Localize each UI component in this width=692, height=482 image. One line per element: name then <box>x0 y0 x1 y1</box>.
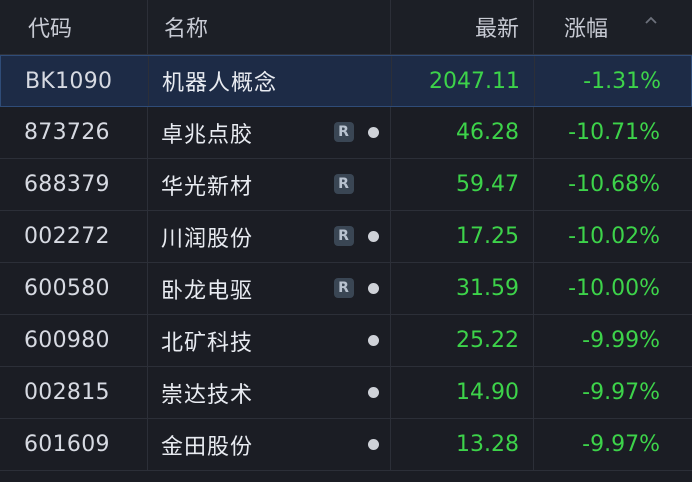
stock-code: 688379 <box>0 159 148 210</box>
latest-price: 59.47 <box>391 159 534 210</box>
stock-code: 601609 <box>0 419 148 470</box>
latest-price: 17.25 <box>391 211 534 262</box>
chevron-up-icon[interactable] <box>644 13 658 27</box>
r-badge-icon: R <box>334 174 354 194</box>
stock-name: 卓兆点胶 <box>161 122 254 148</box>
stock-name-cell: 北矿科技 <box>148 315 391 366</box>
stock-code: 600980 <box>0 315 148 366</box>
change-percent: -9.99% <box>582 328 660 353</box>
change-percent: -10.68% <box>568 172 660 197</box>
change-percent: -1.31% <box>583 68 661 94</box>
stock-code: 002272 <box>0 211 148 262</box>
table-header: 代码 名称 最新 涨幅 <box>0 0 692 55</box>
latest-price: 13.28 <box>391 419 534 470</box>
status-dot-icon <box>368 439 379 450</box>
stock-code: BK1090 <box>1 56 149 106</box>
header-price[interactable]: 最新 <box>391 0 534 54</box>
table-row[interactable]: 002815 崇达技术 14.90 -9.97% <box>0 367 692 419</box>
table-row[interactable]: 688379 华光新材 R 59.47 -10.68% <box>0 159 692 211</box>
change-percent: -10.71% <box>568 120 660 145</box>
latest-price: 25.22 <box>391 315 534 366</box>
r-badge-icon: R <box>334 226 354 246</box>
stock-name-cell: 金田股份 <box>148 419 391 470</box>
change-percent: -9.97% <box>582 380 660 405</box>
latest-price: 2047.11 <box>392 56 535 106</box>
latest-price: 46.28 <box>391 107 534 158</box>
stock-name: 华光新材 <box>161 174 254 200</box>
header-change-label: 涨幅 <box>564 17 609 42</box>
table-row[interactable]: 601609 金田股份 13.28 -9.97% <box>0 419 692 471</box>
header-change[interactable]: 涨幅 <box>534 0 692 54</box>
r-badge-icon: R <box>334 278 354 298</box>
stock-name-cell: 川润股份 R <box>148 211 391 262</box>
stock-name: 机器人概念 <box>162 71 278 96</box>
latest-price: 31.59 <box>391 263 534 314</box>
table-row[interactable]: 600580 卧龙电驱 R 31.59 -10.00% <box>0 263 692 315</box>
stock-code: 873726 <box>0 107 148 158</box>
header-code[interactable]: 代码 <box>0 0 148 54</box>
stock-name-cell: 华光新材 R <box>148 159 391 210</box>
stock-name: 川润股份 <box>161 226 254 252</box>
r-badge-icon: R <box>334 122 354 142</box>
change-percent: -10.00% <box>568 276 660 301</box>
table-row[interactable]: 873726 卓兆点胶 R 46.28 -10.71% <box>0 107 692 159</box>
status-dot-icon <box>368 127 379 138</box>
status-dot-icon <box>368 387 379 398</box>
stock-name-cell: 卧龙电驱 R <box>148 263 391 314</box>
stock-code: 002815 <box>0 367 148 418</box>
status-dot-icon <box>368 283 379 294</box>
header-name[interactable]: 名称 <box>148 0 391 54</box>
stock-list-table: 代码 名称 最新 涨幅 BK1090 机器人概念 2047.11 -1.31% 8737… <box>0 0 692 482</box>
status-dot-icon <box>368 335 379 346</box>
change-percent: -10.02% <box>568 224 660 249</box>
table-row[interactable]: 002272 川润股份 R 17.25 -10.02% <box>0 211 692 263</box>
stock-name: 北矿科技 <box>161 330 254 356</box>
table-row[interactable]: 600980 北矿科技 25.22 -9.99% <box>0 315 692 367</box>
table-row-selected[interactable]: BK1090 机器人概念 2047.11 -1.31% <box>0 55 692 107</box>
stock-name: 崇达技术 <box>161 382 254 408</box>
stock-name-cell: 卓兆点胶 R <box>148 107 391 158</box>
stock-name: 金田股份 <box>161 434 254 460</box>
change-percent: -9.97% <box>582 432 660 457</box>
stock-name-cell: 崇达技术 <box>148 367 391 418</box>
stock-code: 600580 <box>0 263 148 314</box>
status-dot-icon <box>368 231 379 242</box>
latest-price: 14.90 <box>391 367 534 418</box>
stock-name-cell: 机器人概念 <box>149 56 392 106</box>
stock-name: 卧龙电驱 <box>161 278 254 304</box>
